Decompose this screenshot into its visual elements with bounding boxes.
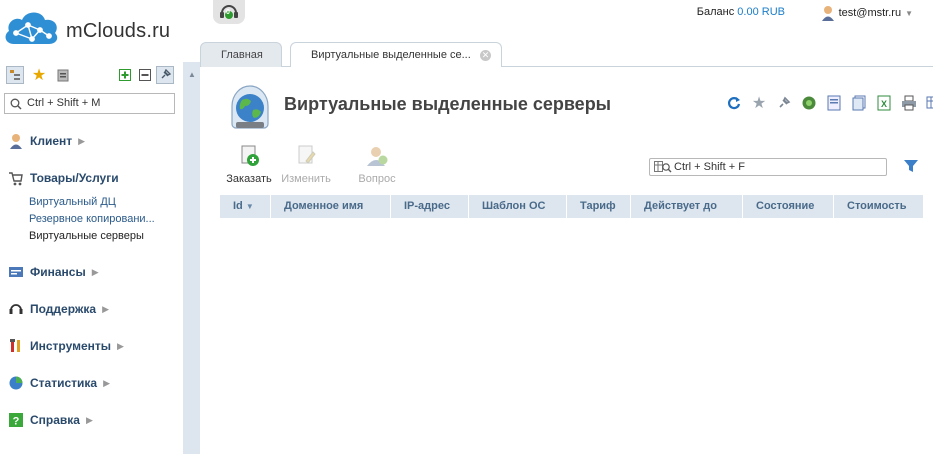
section-label: Клиент [30,134,73,148]
user-email: test@mstr.ru [838,7,902,19]
refresh-icon[interactable] [725,95,743,111]
pin-icon[interactable] [775,95,793,111]
svg-text:X: X [881,99,887,109]
copy-icon[interactable] [850,95,868,111]
ask-label: Вопрос [358,173,396,185]
sidebar-section-statistics[interactable]: Статистика ▶ [8,375,110,391]
svg-text:?: ? [13,416,20,428]
headset-icon [9,304,23,314]
collapse-all-icon[interactable] [136,66,154,84]
ask-button[interactable]: Вопрос [355,145,399,185]
pie-chart-icon [9,376,23,390]
column-ip[interactable]: IP-адрес [391,195,469,218]
user-menu[interactable]: test@mstr.ru ▼ [821,5,913,21]
star-icon[interactable]: ★ [750,95,768,112]
logo-cloud-icon [5,12,58,44]
cart-icon [9,172,23,186]
logo-text: mClouds.ru [66,20,171,42]
globe-icon [231,85,269,129]
help-icon: ? [9,413,23,428]
sidebar-search-placeholder: Ctrl + Shift + M [27,97,101,109]
support-badge: 0 [226,9,230,16]
order-label: Заказать [226,173,272,185]
excel-icon[interactable]: X [875,95,893,111]
table-settings-icon[interactable] [925,95,933,111]
sidebar-item-backup[interactable]: Резервное копировани... [29,213,155,225]
client-icon [10,134,22,149]
grid-header: Id ▼ Доменное имя IP-адрес Шаблон ОС Тар… [220,195,923,218]
pin-icon[interactable] [156,66,174,84]
chevron-right-icon: ▶ [78,135,86,146]
column-cost[interactable]: Стоимость [834,195,923,218]
tree-view-icon[interactable] [6,66,24,84]
chevron-right-icon: ▶ [117,340,124,351]
filter-placeholder: Ctrl + Shift + F [674,161,745,173]
sidebar-toolbar: ★ [6,66,174,84]
sidebar-item-virtual-dc[interactable]: Виртуальный ДЦ [29,196,116,208]
column-os-template[interactable]: Шаблон ОС [469,195,567,218]
finance-icon [9,267,23,277]
section-label: Товары/Услуги [30,171,119,185]
question-user-icon [367,147,388,166]
chevron-right-icon: ▶ [103,377,110,388]
document-icon[interactable] [825,95,843,111]
tab-vps[interactable]: Виртуальные выделенные се... ✕ [290,42,502,68]
edit-button[interactable]: Изменить [280,145,332,185]
edit-label: Изменить [281,173,331,185]
sidebar-section-support[interactable]: Поддержка ▶ [8,301,109,317]
column-domain[interactable]: Доменное имя [271,195,391,218]
expand-all-icon[interactable] [116,66,134,84]
section-label: Поддержка [30,302,97,316]
column-valid-until[interactable]: Действует до [631,195,743,218]
tab-label: Главная [221,49,263,61]
page-actions: ★ X [725,95,933,112]
collapse-arrow-icon[interactable]: ▲ [188,70,196,79]
page-title: Виртуальные выделенные серверы [284,94,612,114]
tab-home[interactable]: Главная [200,42,282,67]
chevron-right-icon: ▶ [85,414,93,425]
chevron-right-icon: ▶ [91,266,99,277]
sidebar-section-help[interactable]: ? Справка ▶ [8,412,93,428]
sidebar-section-goods[interactable]: Товары/Услуги [8,170,119,186]
filter-funnel-icon[interactable] [903,158,919,174]
sort-down-icon: ▼ [245,202,254,211]
star-icon[interactable]: ★ [30,66,48,84]
column-id[interactable]: Id ▼ [220,195,271,218]
main-content [200,67,933,454]
edit-document-icon [298,145,316,164]
section-label: Финансы [30,265,86,279]
user-icon [821,6,834,21]
section-label: Статистика [30,376,98,390]
section-label: Инструменты [30,339,112,353]
close-icon[interactable]: ✕ [480,50,491,61]
column-state[interactable]: Состояние [743,195,834,218]
sidebar-search-input[interactable]: Ctrl + Shift + M [4,93,175,114]
print-icon[interactable] [900,95,918,111]
section-label: Справка [30,413,80,427]
sidebar-item-virtual-servers[interactable]: Виртуальные серверы [29,230,144,242]
add-document-icon [241,145,259,166]
sidebar-section-finance[interactable]: Финансы ▶ [8,264,99,280]
column-tariff[interactable]: Тариф [567,195,631,218]
chevron-right-icon: ▶ [102,303,109,314]
balance-label: Баланс [696,6,735,18]
filter-input[interactable]: Ctrl + Shift + F [649,158,887,176]
search-icon [10,98,22,110]
column-label: Id [233,200,243,212]
support-button[interactable]: 0 [213,0,245,24]
tools-icon [10,339,20,352]
tab-label: Виртуальные выделенные се... [311,49,471,61]
balance-value: 0.00 RUB [737,6,785,18]
sidebar-splitter[interactable] [183,62,200,454]
chevron-down-icon: ▼ [905,8,913,18]
world-icon[interactable] [800,95,818,111]
filter-search-icon [654,161,672,173]
balance[interactable]: Баланс 0.00 RUB [697,6,785,18]
clipboard-icon[interactable] [54,66,72,84]
sidebar [0,62,183,454]
sidebar-section-client[interactable]: Клиент ▶ [8,133,85,149]
order-button[interactable]: Заказать [224,145,274,185]
sidebar-section-tools[interactable]: Инструменты ▶ [8,338,124,354]
